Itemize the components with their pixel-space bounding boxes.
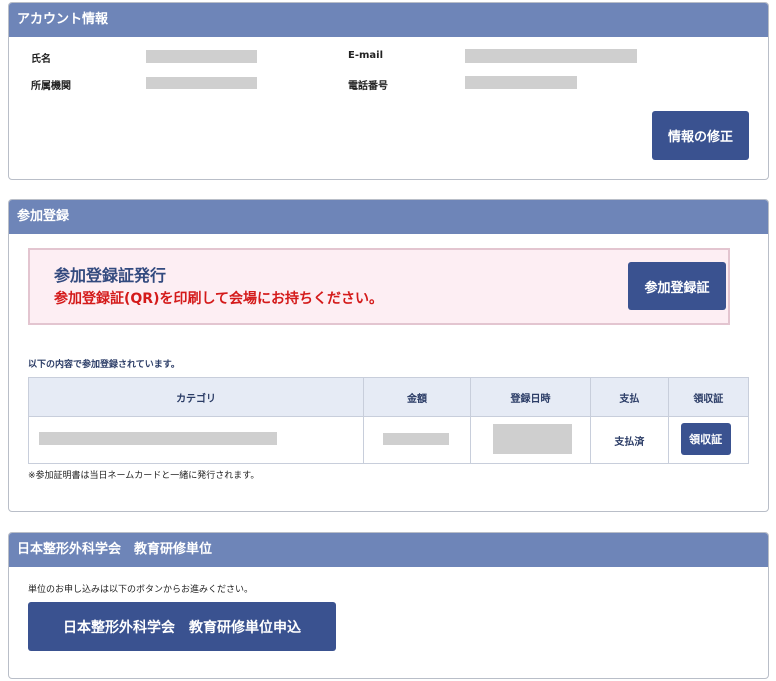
payment-cell: 支払済 — [590, 416, 669, 464]
registration-panel: 参加登録 参加登録証発行 参加登録証(QR)を印刷して会場にお持ちください。 参… — [8, 199, 769, 512]
table-header-row: カテゴリ 金額 登録日時 支払 領収証 — [27, 377, 750, 417]
category-cell — [27, 416, 365, 464]
category-value-redacted — [39, 432, 277, 445]
column-header-amount: 金額 — [363, 377, 471, 417]
phone-label: 電話番号 — [348, 81, 388, 92]
email-value-redacted — [465, 49, 637, 63]
credit-panel: 日本整形外科学会 教育研修単位 単位のお申し込みは以下のボタンからお進みください… — [8, 532, 769, 679]
registration-panel-header: 参加登録 — [9, 200, 768, 234]
column-header-category: カテゴリ — [27, 377, 365, 417]
receipt-button[interactable]: 領収証 — [680, 423, 731, 455]
name-label: 氏名 — [31, 54, 51, 65]
certificate-box: 参加登録証発行 参加登録証(QR)を印刷して会場にお持ちください。 参加登録証 — [28, 248, 730, 325]
email-label: E-mail — [348, 50, 384, 61]
registered-note: 以下の内容で参加登録されています。 — [28, 360, 180, 370]
phone-value-redacted — [465, 76, 577, 89]
column-header-registered-at: 登録日時 — [469, 377, 592, 417]
table-row: 支払済 領収証 — [27, 416, 750, 464]
certificate-button[interactable]: 参加登録証 — [628, 262, 726, 310]
credit-apply-button[interactable]: 日本整形外科学会 教育研修単位申込 — [28, 602, 336, 651]
amount-cell — [363, 416, 471, 464]
credit-instruction: 単位のお申し込みは以下のボタンからお進みください。 — [28, 585, 254, 595]
affiliation-label: 所属機関 — [31, 81, 71, 92]
column-header-receipt: 領収証 — [667, 377, 750, 417]
account-panel-header: アカウント情報 — [9, 3, 768, 37]
footnote: ※参加証明書は当日ネームカードと一緒に発行されます。 — [28, 471, 260, 481]
name-value-redacted — [146, 50, 257, 63]
certificate-title: 参加登録証発行 — [54, 266, 167, 285]
receipt-cell: 領収証 — [667, 416, 750, 464]
registration-table: カテゴリ 金額 登録日時 支払 領収証 支払済 領収証 — [27, 377, 750, 464]
certificate-notice: 参加登録証(QR)を印刷して会場にお持ちください。 — [54, 291, 384, 307]
affiliation-value-redacted — [146, 77, 257, 89]
account-panel: アカウント情報 氏名 E-mail 所属機関 電話番号 情報の修正 — [8, 2, 769, 180]
edit-info-button[interactable]: 情報の修正 — [652, 111, 749, 160]
amount-value-redacted — [383, 433, 450, 445]
registered-at-value-redacted — [492, 424, 572, 454]
column-header-payment: 支払 — [590, 377, 669, 417]
credit-panel-header: 日本整形外科学会 教育研修単位 — [9, 533, 768, 567]
registered-at-cell — [469, 416, 592, 464]
